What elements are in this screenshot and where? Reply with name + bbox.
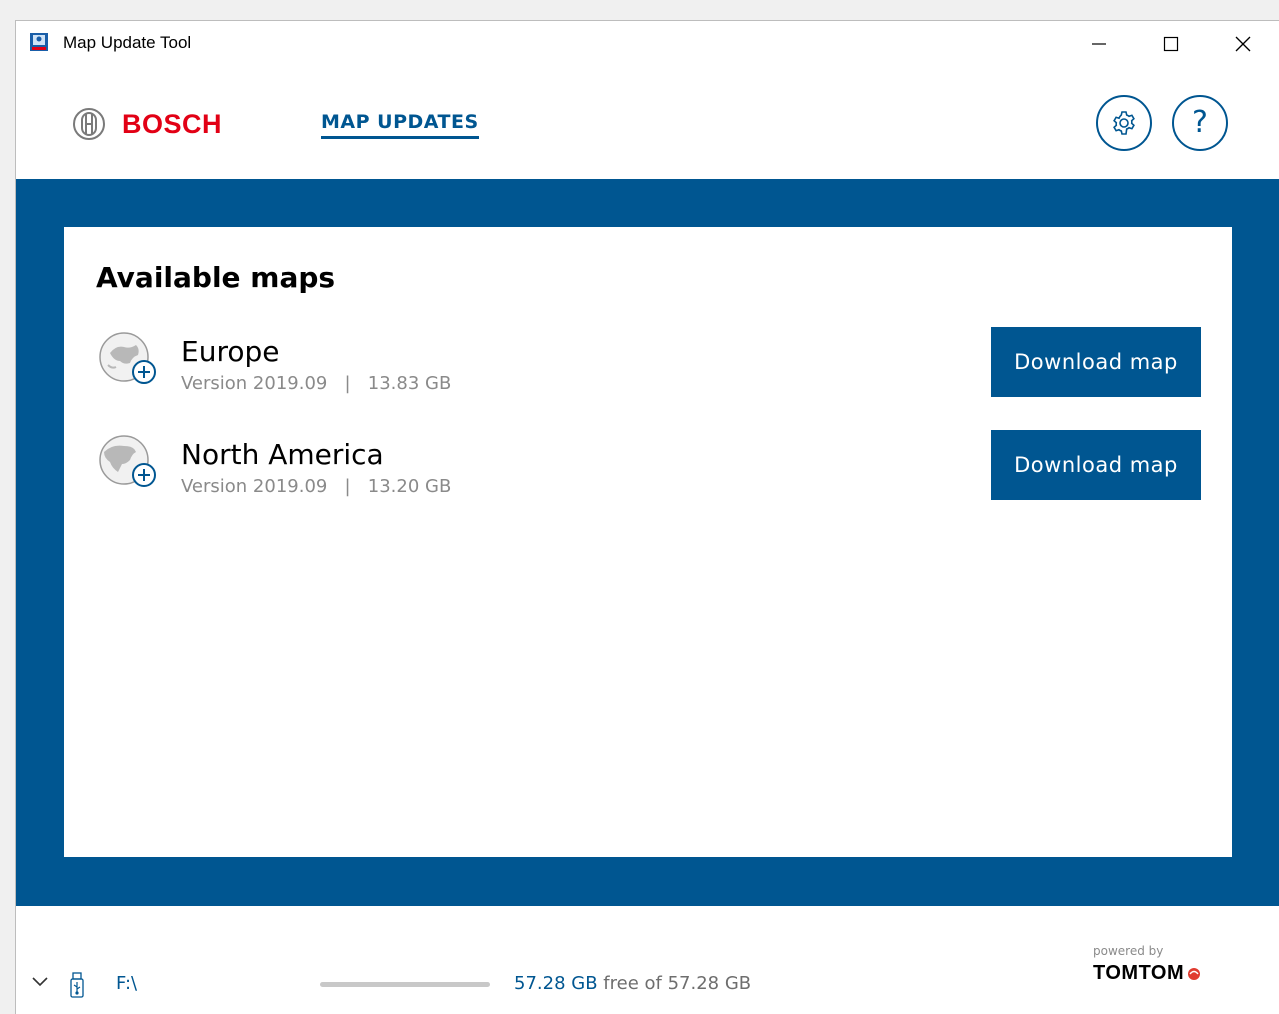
help-button[interactable]: ?	[1172, 95, 1228, 151]
map-name: Europe	[181, 335, 280, 368]
bosch-armature-icon	[73, 108, 105, 140]
bosch-logo: BOSCH	[72, 107, 222, 141]
map-details: Version 2019.09 | 13.83 GB	[181, 373, 451, 394]
app-header: BOSCH MAP UPDATES ?	[16, 67, 1279, 179]
map-details: Version 2019.09 | 13.20 GB	[181, 476, 451, 497]
storage-total: free of 57.28 GB	[597, 973, 752, 994]
map-size: 13.83 GB	[367, 373, 452, 394]
download-map-button[interactable]: Download map	[991, 327, 1201, 397]
tab-map-updates[interactable]: MAP UPDATES	[321, 111, 479, 139]
maximize-icon	[1163, 36, 1179, 52]
partner-name: TOMTOM	[1093, 962, 1185, 984]
powered-by-label: powered by	[1093, 944, 1164, 958]
meta-separator: |	[344, 373, 351, 394]
tomtom-hands-icon	[1188, 967, 1201, 980]
close-button[interactable]	[1207, 21, 1279, 67]
map-version: Version 2019.09	[181, 476, 328, 497]
content-area: Available maps Europe Version 2019.09 | …	[16, 179, 1279, 906]
storage-status: 57.28 GB free of 57.28 GB	[514, 973, 751, 994]
window-title: Map Update Tool	[63, 33, 192, 52]
status-footer: F:\ 57.28 GB free of 57.28 GB powered by…	[16, 906, 1279, 1014]
gear-icon	[1113, 111, 1135, 135]
minimize-icon	[1092, 43, 1106, 45]
section-title: Available maps	[96, 261, 336, 294]
map-name: North America	[181, 438, 384, 471]
app-icon	[30, 33, 48, 51]
list-item: North America Version 2019.09 | 13.20 GB…	[96, 430, 1201, 502]
download-map-button[interactable]: Download map	[991, 430, 1201, 500]
title-bar: Map Update Tool	[16, 21, 1279, 67]
minimize-button[interactable]	[1063, 21, 1135, 67]
meta-separator: |	[344, 476, 351, 497]
globe-add-icon	[99, 435, 156, 487]
maximize-button[interactable]	[1135, 21, 1207, 67]
globe-add-icon	[99, 332, 156, 384]
settings-button[interactable]	[1096, 95, 1152, 151]
drive-label[interactable]: F:\	[116, 973, 137, 994]
chevron-down-icon[interactable]	[31, 976, 49, 988]
close-icon	[1235, 36, 1251, 52]
map-version: Version 2019.09	[181, 373, 328, 394]
storage-free: 57.28 GB	[514, 973, 598, 994]
brand-name: BOSCH	[122, 108, 223, 139]
help-icon: ?	[1192, 105, 1208, 140]
app-window: Map Update Tool BOSCH MAP UPDATES ? Avai…	[15, 20, 1279, 1014]
maps-card: Available maps Europe Version 2019.09 | …	[64, 227, 1232, 857]
tomtom-logo: TOMTOM	[1093, 962, 1202, 985]
map-size: 13.20 GB	[367, 476, 452, 497]
list-item: Europe Version 2019.09 | 13.83 GB Downlo…	[96, 327, 1201, 399]
storage-usage-bar	[320, 982, 490, 987]
usb-drive-icon	[70, 972, 84, 998]
